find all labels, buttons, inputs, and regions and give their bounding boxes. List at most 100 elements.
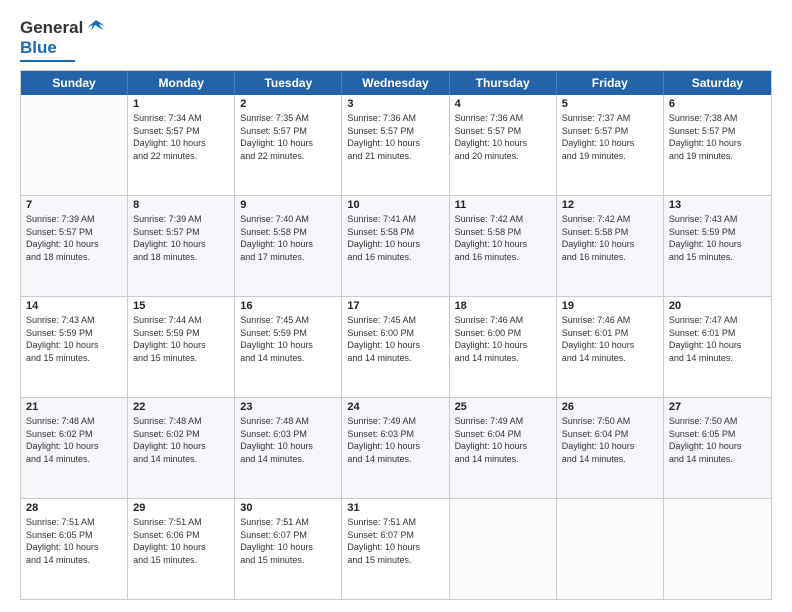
header: General Blue xyxy=(20,18,772,62)
calendar-cell: 16Sunrise: 7:45 AM Sunset: 5:59 PM Dayli… xyxy=(235,297,342,397)
calendar-cell: 2 Sunrise: 7:35 AM Sunset: 5:57 PM Daylig… xyxy=(235,95,342,195)
cell-info: Sunrise: 7:49 AM Sunset: 6:03 PM Dayligh… xyxy=(347,415,443,465)
calendar-row: 14 Sunrise: 7:43 AM Sunset: 5:59 PM Dayli… xyxy=(21,297,771,398)
cell-day-number: 15 xyxy=(133,300,229,312)
logo-blue: Blue xyxy=(20,38,57,58)
calendar-cell: 13Sunrise: 7:43 AM Sunset: 5:59 PM Dayli… xyxy=(664,196,771,296)
cell-day-number: 4 xyxy=(455,98,551,110)
cell-day-number: 27 xyxy=(669,401,766,413)
cell-day-number: 6 xyxy=(669,98,766,110)
cell-day-number: 1 xyxy=(133,98,229,110)
logo-general: General xyxy=(20,18,83,38)
cell-day-number: 10 xyxy=(347,199,443,211)
cell-day-number: 22 xyxy=(133,401,229,413)
calendar: SundayMondayTuesdayWednesdayThursdayFrid… xyxy=(20,70,772,600)
calendar-cell xyxy=(21,95,128,195)
cell-info: Sunrise: 7:48 AM Sunset: 6:03 PM Dayligh… xyxy=(240,415,336,465)
cell-day-number: 17 xyxy=(347,300,443,312)
cell-day-number: 28 xyxy=(26,502,122,514)
cell-day-number: 5 xyxy=(562,98,658,110)
cell-info: Sunrise: 7:48 AM Sunset: 6:02 PM Dayligh… xyxy=(26,415,122,465)
calendar-row: 7 Sunrise: 7:39 AM Sunset: 5:57 PM Daylig… xyxy=(21,196,771,297)
header-cell-sunday: Sunday xyxy=(21,71,128,95)
cell-day-number: 19 xyxy=(562,300,658,312)
calendar-cell: 24 Sunrise: 7:49 AM Sunset: 6:03 PM Dayli… xyxy=(342,398,449,498)
cell-info: Sunrise: 7:36 AM Sunset: 5:57 PM Dayligh… xyxy=(347,112,443,162)
cell-day-number: 24 xyxy=(347,401,443,413)
calendar-cell: 10 Sunrise: 7:41 AM Sunset: 5:58 PM Dayli… xyxy=(342,196,449,296)
logo: General Blue xyxy=(20,18,107,62)
cell-info: Sunrise: 7:51 AM Sunset: 6:05 PM Dayligh… xyxy=(26,516,122,566)
calendar-cell: 28 Sunrise: 7:51 AM Sunset: 6:05 PM Dayli… xyxy=(21,499,128,599)
calendar-cell xyxy=(450,499,557,599)
cell-info: Sunrise: 7:39 AM Sunset: 5:57 PM Dayligh… xyxy=(26,213,122,263)
cell-day-number: 13 xyxy=(669,199,766,211)
cell-day-number: 14 xyxy=(26,300,122,312)
cell-day-number: 11 xyxy=(455,199,551,211)
page: General Blue SundayMondayTuesdayWednesda… xyxy=(0,0,792,612)
calendar-body: 1 Sunrise: 7:34 AM Sunset: 5:57 PM Daylig… xyxy=(21,95,771,599)
cell-day-number: 20 xyxy=(669,300,766,312)
calendar-cell: 20Sunrise: 7:47 AM Sunset: 6:01 PM Dayli… xyxy=(664,297,771,397)
calendar-row: 1 Sunrise: 7:34 AM Sunset: 5:57 PM Daylig… xyxy=(21,95,771,196)
cell-info: Sunrise: 7:42 AM Sunset: 5:58 PM Dayligh… xyxy=(562,213,658,263)
logo-underline xyxy=(20,60,75,62)
calendar-cell: 1 Sunrise: 7:34 AM Sunset: 5:57 PM Daylig… xyxy=(128,95,235,195)
cell-info: Sunrise: 7:41 AM Sunset: 5:58 PM Dayligh… xyxy=(347,213,443,263)
calendar-cell: 5 Sunrise: 7:37 AM Sunset: 5:57 PM Daylig… xyxy=(557,95,664,195)
calendar-cell: 8Sunrise: 7:39 AM Sunset: 5:57 PM Daylig… xyxy=(128,196,235,296)
calendar-cell: 12Sunrise: 7:42 AM Sunset: 5:58 PM Dayli… xyxy=(557,196,664,296)
cell-info: Sunrise: 7:46 AM Sunset: 6:01 PM Dayligh… xyxy=(562,314,658,364)
calendar-header: SundayMondayTuesdayWednesdayThursdayFrid… xyxy=(21,71,771,95)
calendar-cell xyxy=(664,499,771,599)
calendar-cell: 3 Sunrise: 7:36 AM Sunset: 5:57 PM Daylig… xyxy=(342,95,449,195)
cell-day-number: 30 xyxy=(240,502,336,514)
cell-info: Sunrise: 7:34 AM Sunset: 5:57 PM Dayligh… xyxy=(133,112,229,162)
calendar-cell: 14 Sunrise: 7:43 AM Sunset: 5:59 PM Dayli… xyxy=(21,297,128,397)
cell-info: Sunrise: 7:49 AM Sunset: 6:04 PM Dayligh… xyxy=(455,415,551,465)
cell-info: Sunrise: 7:36 AM Sunset: 5:57 PM Dayligh… xyxy=(455,112,551,162)
calendar-cell: 7 Sunrise: 7:39 AM Sunset: 5:57 PM Daylig… xyxy=(21,196,128,296)
calendar-cell: 4 Sunrise: 7:36 AM Sunset: 5:57 PM Daylig… xyxy=(450,95,557,195)
cell-day-number: 26 xyxy=(562,401,658,413)
calendar-cell: 21 Sunrise: 7:48 AM Sunset: 6:02 PM Dayli… xyxy=(21,398,128,498)
calendar-cell: 27 Sunrise: 7:50 AM Sunset: 6:05 PM Dayli… xyxy=(664,398,771,498)
cell-day-number: 18 xyxy=(455,300,551,312)
cell-info: Sunrise: 7:44 AM Sunset: 5:59 PM Dayligh… xyxy=(133,314,229,364)
cell-info: Sunrise: 7:50 AM Sunset: 6:05 PM Dayligh… xyxy=(669,415,766,465)
calendar-cell: 9 Sunrise: 7:40 AM Sunset: 5:58 PM Daylig… xyxy=(235,196,342,296)
cell-info: Sunrise: 7:38 AM Sunset: 5:57 PM Dayligh… xyxy=(669,112,766,162)
cell-day-number: 21 xyxy=(26,401,122,413)
calendar-cell: 31Sunrise: 7:51 AM Sunset: 6:07 PM Dayli… xyxy=(342,499,449,599)
calendar-cell: 15 Sunrise: 7:44 AM Sunset: 5:59 PM Dayli… xyxy=(128,297,235,397)
calendar-cell: 17 Sunrise: 7:45 AM Sunset: 6:00 PM Dayli… xyxy=(342,297,449,397)
cell-day-number: 2 xyxy=(240,98,336,110)
cell-info: Sunrise: 7:35 AM Sunset: 5:57 PM Dayligh… xyxy=(240,112,336,162)
cell-day-number: 7 xyxy=(26,199,122,211)
calendar-cell xyxy=(557,499,664,599)
header-cell-wednesday: Wednesday xyxy=(342,71,449,95)
calendar-cell: 22Sunrise: 7:48 AM Sunset: 6:02 PM Dayli… xyxy=(128,398,235,498)
cell-info: Sunrise: 7:45 AM Sunset: 6:00 PM Dayligh… xyxy=(347,314,443,364)
cell-day-number: 3 xyxy=(347,98,443,110)
cell-info: Sunrise: 7:50 AM Sunset: 6:04 PM Dayligh… xyxy=(562,415,658,465)
cell-info: Sunrise: 7:51 AM Sunset: 6:07 PM Dayligh… xyxy=(240,516,336,566)
calendar-cell: 25 Sunrise: 7:49 AM Sunset: 6:04 PM Dayli… xyxy=(450,398,557,498)
cell-info: Sunrise: 7:45 AM Sunset: 5:59 PM Dayligh… xyxy=(240,314,336,364)
cell-info: Sunrise: 7:37 AM Sunset: 5:57 PM Dayligh… xyxy=(562,112,658,162)
cell-info: Sunrise: 7:43 AM Sunset: 5:59 PM Dayligh… xyxy=(26,314,122,364)
cell-day-number: 9 xyxy=(240,199,336,211)
header-cell-tuesday: Tuesday xyxy=(235,71,342,95)
calendar-cell: 19 Sunrise: 7:46 AM Sunset: 6:01 PM Dayli… xyxy=(557,297,664,397)
cell-day-number: 31 xyxy=(347,502,443,514)
calendar-cell: 23Sunrise: 7:48 AM Sunset: 6:03 PM Dayli… xyxy=(235,398,342,498)
calendar-cell: 6 Sunrise: 7:38 AM Sunset: 5:57 PM Daylig… xyxy=(664,95,771,195)
cell-info: Sunrise: 7:40 AM Sunset: 5:58 PM Dayligh… xyxy=(240,213,336,263)
logo-bird-icon xyxy=(85,16,107,38)
cell-info: Sunrise: 7:46 AM Sunset: 6:00 PM Dayligh… xyxy=(455,314,551,364)
calendar-row: 21 Sunrise: 7:48 AM Sunset: 6:02 PM Dayli… xyxy=(21,398,771,499)
cell-day-number: 29 xyxy=(133,502,229,514)
calendar-cell: 30 Sunrise: 7:51 AM Sunset: 6:07 PM Dayli… xyxy=(235,499,342,599)
cell-day-number: 8 xyxy=(133,199,229,211)
cell-day-number: 25 xyxy=(455,401,551,413)
